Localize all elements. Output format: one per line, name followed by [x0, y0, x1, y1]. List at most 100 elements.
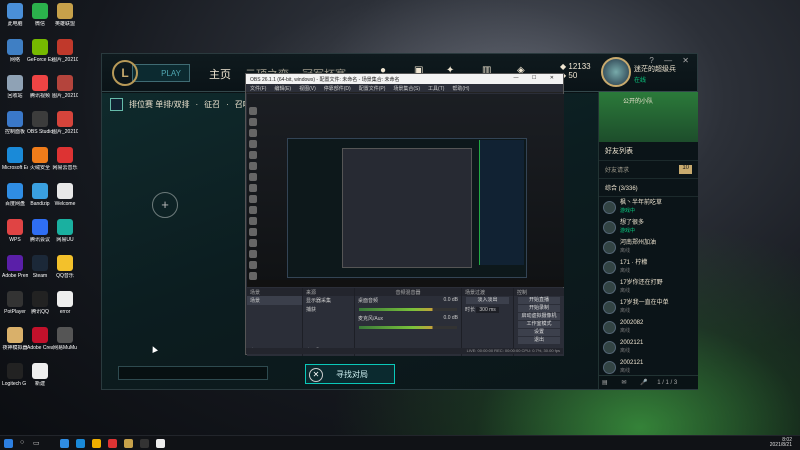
group-section[interactable]: 公开的小队	[599, 92, 698, 142]
obs-menu-item[interactable]: 场景集合(S)	[393, 85, 420, 92]
scene-item[interactable]: 场景	[247, 296, 302, 305]
desktop-icon-label: 腾讯会议	[29, 237, 50, 243]
desktop-icon[interactable]: 英雄联盟	[52, 3, 78, 27]
system-tray[interactable]: 8:02 2021/8/21	[770, 438, 792, 448]
friend-row[interactable]: 17岁我一直在中单 离线	[599, 297, 698, 317]
obs-control-button[interactable]: 启动虚拟摄像机	[518, 313, 560, 320]
taskbar-app-icon[interactable]	[76, 439, 85, 448]
chat-icon[interactable]: ▤	[602, 380, 608, 386]
obs-menu-item[interactable]: 配置文件(P)	[359, 85, 386, 92]
preview-nested-obs	[342, 148, 472, 268]
start-icon[interactable]	[4, 439, 13, 448]
desktop-icon[interactable]: 夜神模拟器	[2, 327, 28, 351]
desktop-icon[interactable]: Steam	[27, 255, 53, 279]
summoner-status[interactable]: 在线	[634, 75, 646, 84]
desktop-icon[interactable]: Welcome	[52, 183, 78, 207]
desktop-icon[interactable]: 腾讯视频	[27, 75, 53, 99]
desktop-icon[interactable]: OBS Studio	[27, 111, 53, 135]
window-controls[interactable]: ? — ✕	[649, 56, 693, 65]
desktop-icon[interactable]: 回收站	[2, 75, 28, 99]
desktop-icon[interactable]: 图片_20210821	[52, 39, 78, 63]
desktop-icon[interactable]: 腾讯会议	[27, 219, 53, 243]
desktop-icon[interactable]: Adobe Creative	[27, 327, 53, 351]
play-button[interactable]: PLAY	[132, 64, 190, 82]
friend-row[interactable]: 河南郑州加油 离线	[599, 237, 698, 257]
friend-row[interactable]: 17岁你还在打野 离线	[599, 277, 698, 297]
friend-row[interactable]: 想了很多 游戏中	[599, 217, 698, 237]
friend-row[interactable]: 2002121 离线	[599, 337, 698, 357]
find-match-button[interactable]: ✕ 寻找对局	[305, 364, 395, 384]
desktop-icon[interactable]: error	[52, 291, 78, 315]
summoner-avatar[interactable]	[601, 57, 631, 87]
desktop-icon[interactable]: 火绒安全	[27, 147, 53, 171]
desktop-icon[interactable]: 百度网盘	[2, 183, 28, 207]
obs-menu-item[interactable]: 编辑(E)	[274, 85, 291, 92]
friend-status: 离线	[620, 268, 631, 274]
invite-plus-button[interactable]: +	[152, 192, 178, 218]
duration-input[interactable]: 300 ms	[476, 307, 499, 313]
obs-preview[interactable]	[247, 94, 564, 287]
source-item[interactable]: 捕获	[303, 305, 354, 314]
general-group-label[interactable]: 综合 (3/336)	[599, 179, 698, 197]
taskbar-app-icon[interactable]	[124, 439, 133, 448]
obs-menu-item[interactable]: 文件(F)	[250, 85, 266, 92]
desktop-icon[interactable]: GeForce Experience	[27, 39, 53, 63]
taskbar-app-icon[interactable]	[92, 439, 101, 448]
task-view-icon[interactable]: ▭	[33, 439, 42, 448]
taskbar-app-icon[interactable]	[60, 439, 69, 448]
desktop-icon[interactable]: Microsoft Edge	[2, 147, 28, 171]
desktop-icon[interactable]: 控制面板	[2, 111, 28, 135]
obs-control-button[interactable]: 工作室模式	[518, 321, 560, 328]
nav-home[interactable]: 主页	[209, 66, 231, 82]
obs-menu-item[interactable]: 视图(V)	[299, 85, 316, 92]
desktop-icon[interactable]: 微信	[27, 3, 53, 27]
transition-select[interactable]: 淡入淡出	[466, 297, 509, 304]
obs-control-button[interactable]: 开始录制	[518, 305, 560, 312]
desktop-icon[interactable]: Adobe Premiere	[2, 255, 28, 279]
app-icon	[57, 255, 73, 271]
desktop-icon-label: 图片_20210821	[52, 93, 78, 99]
friend-row[interactable]: 2002121 离线	[599, 357, 698, 377]
desktop-icon[interactable]: Bandizip	[27, 183, 53, 207]
volume-meter[interactable]	[359, 308, 457, 311]
friend-row[interactable]: 171 · 柠檬 离线	[599, 257, 698, 277]
desktop-icon[interactable]: PotPlayer	[2, 291, 28, 315]
desktop-icon[interactable]: 网易MuMu	[52, 327, 78, 351]
mission-icon[interactable]: ✉	[621, 380, 626, 386]
desktop-icon[interactable]: 图片_20210821	[52, 75, 78, 99]
volume-meter[interactable]	[359, 326, 457, 329]
cancel-lobby-icon[interactable]: ✕	[309, 368, 323, 382]
lobby-chat-input[interactable]	[118, 366, 268, 380]
desktop-icon[interactable]: 新建	[27, 363, 53, 387]
duration-row: 时长 300 ms	[462, 305, 513, 314]
voice-icon[interactable]: 🎤	[640, 380, 647, 386]
friend-avatar	[603, 320, 616, 334]
desktop-icon[interactable]: QQ音乐	[52, 255, 78, 279]
friend-avatar	[603, 360, 616, 374]
search-icon[interactable]: ○	[20, 439, 29, 448]
desktop-icon[interactable]: 网络	[2, 39, 28, 63]
mixer-track-db: 0.0 dB	[443, 297, 458, 303]
obs-menu-item[interactable]: 帮助(H)	[452, 85, 469, 92]
desktop-icon[interactable]: 此电脑	[2, 3, 28, 27]
friend-row[interactable]: 2002082 离线	[599, 317, 698, 337]
obs-window-controls[interactable]: — ☐ ✕	[514, 75, 560, 81]
obs-control-button[interactable]: 退出	[518, 337, 560, 344]
friend-row[interactable]: 枫丶半年前吃草 游戏中	[599, 197, 698, 217]
source-item[interactable]: 显示器采集	[303, 296, 354, 305]
friend-requests-row[interactable]: 好友请求 10	[599, 161, 698, 179]
taskbar-app-icon[interactable]	[156, 439, 165, 448]
obs-menu-item[interactable]: 工具(T)	[428, 85, 444, 92]
taskbar-app-icon[interactable]	[140, 439, 149, 448]
desktop-icon[interactable]: 网易云音乐	[52, 147, 78, 171]
desktop-icon[interactable]: Logitech G HUB	[2, 363, 28, 387]
friend-avatar	[603, 200, 616, 214]
obs-control-button[interactable]: 设置	[518, 329, 560, 336]
desktop-icon[interactable]: 图片_20210821	[52, 111, 78, 135]
desktop-icon[interactable]: WPS	[2, 219, 28, 243]
obs-menu-item[interactable]: 停靠部件(D)	[324, 85, 351, 92]
obs-control-button[interactable]: 开始直播	[518, 297, 560, 304]
desktop-icon[interactable]: 网易UU	[52, 219, 78, 243]
desktop-icon[interactable]: 腾讯QQ	[27, 291, 53, 315]
taskbar-app-icon[interactable]	[108, 439, 117, 448]
